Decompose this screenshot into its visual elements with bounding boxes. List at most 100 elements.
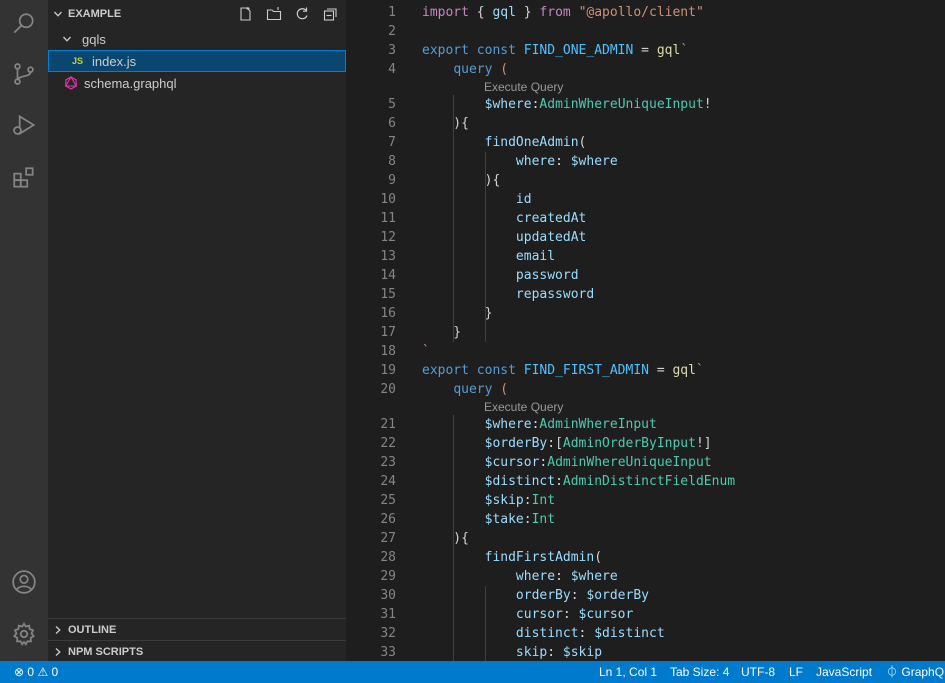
code-text: import { gql } from "@apollo/client" (422, 3, 704, 22)
chevron-down-icon (48, 9, 68, 19)
extensions-icon[interactable] (0, 154, 48, 202)
outline-panel-header[interactable]: OUTLINE (48, 618, 346, 641)
language-mode[interactable]: JavaScript (816, 661, 872, 683)
code-token: id (515, 192, 532, 207)
line-number: 8 (388, 154, 396, 169)
code-token: : (570, 588, 587, 603)
code-line: 5 $where:AdminWhereUniqueInput! (346, 95, 945, 114)
tree-folder-gqls[interactable]: gqls (48, 28, 346, 50)
code-token: : (578, 626, 595, 641)
settings-gear-icon[interactable] (0, 610, 48, 658)
code-line: 1 import { gql } from "@apollo/client" (346, 3, 945, 22)
tab-size-indicator[interactable]: Tab Size: 4 (670, 661, 729, 683)
code-token: distinct (515, 626, 579, 641)
code-line: 31 cursor: $cursor (346, 605, 945, 624)
code-line: 17 } (346, 323, 945, 342)
code-token: ( (594, 550, 603, 565)
code-text: skip: $skip (422, 643, 602, 661)
code-token: cursor (515, 607, 563, 622)
line-number: 33 (380, 645, 396, 660)
outline-label: OUTLINE (68, 624, 117, 636)
code-token: ){ (422, 531, 469, 546)
code-text: query ( (422, 380, 508, 399)
code-text: ){ (422, 114, 469, 133)
code-token: const (476, 363, 516, 378)
line-number: 2 (388, 24, 396, 39)
code-token: where (515, 569, 556, 584)
code-text: password (422, 266, 579, 285)
code-line: 13 email (346, 247, 945, 266)
line-number: 21 (380, 417, 396, 432)
code-line: 4 query ( (346, 60, 945, 79)
code-token: { (468, 5, 493, 20)
eol-indicator[interactable]: LF (789, 661, 803, 683)
graphql-status[interactable]: ⏀ GraphQL (886, 661, 945, 683)
new-file-icon[interactable] (236, 5, 256, 23)
code-text: distinct: $distinct (422, 624, 665, 643)
code-token: $cursor (484, 455, 540, 470)
code-token: ` (695, 363, 704, 378)
tree-file-schema-graphql[interactable]: schema.graphql (48, 72, 346, 94)
code-text: ){ (422, 171, 501, 190)
code-line: 23 $cursor:AdminWhereUniqueInput (346, 453, 945, 472)
code-line: 6 ){ (346, 114, 945, 133)
tree-file-index-js[interactable]: JS index.js (48, 50, 346, 72)
code-token: createdAt (515, 211, 587, 226)
code-token: } (422, 325, 462, 340)
line-number: 22 (380, 436, 396, 451)
problems-status[interactable]: ⊗ 0 ⚠ 0 (14, 661, 58, 683)
line-number: 9 (388, 173, 396, 188)
code-token: from (539, 5, 571, 20)
line-number: 30 (380, 588, 396, 603)
code-text: } (422, 323, 461, 342)
status-bar: ⊗ 0 ⚠ 0 Ln 1, Col 1 Tab Size: 4 UTF-8 LF… (0, 661, 945, 683)
code-token: const (476, 43, 516, 58)
code-line: 29 where: $where (346, 567, 945, 586)
search-icon[interactable] (0, 0, 48, 48)
code-token: AdminWhereUniqueInput (547, 455, 712, 470)
code-token: $where (484, 97, 532, 112)
execute-query-codelens[interactable]: Execute Query (484, 400, 563, 415)
code-line: 26 $take:Int (346, 510, 945, 529)
refresh-icon[interactable] (292, 5, 312, 23)
warning-count: 0 (51, 665, 59, 679)
code-token: : (523, 512, 532, 527)
code-token: $orderBy (586, 588, 649, 603)
new-folder-icon[interactable] (264, 5, 284, 23)
error-count: 0 (27, 665, 35, 679)
line-number: 7 (388, 135, 396, 150)
line-number: 16 (380, 306, 396, 321)
code-token: export (422, 43, 469, 58)
code-token: ( (578, 135, 587, 150)
line-number: 15 (380, 287, 396, 302)
code-editor[interactable]: 1 import { gql } from "@apollo/client" 2 3 e… (346, 0, 945, 661)
explorer-section-header[interactable]: EXAMPLE (48, 0, 346, 28)
code-text: $where:AdminWhereUniqueInput! (422, 95, 712, 114)
line-number: 11 (380, 211, 396, 226)
code-line: 27 ){ (346, 529, 945, 548)
code-text: $skip:Int (422, 491, 555, 510)
tree-item-label: gqls (82, 31, 106, 47)
run-debug-icon[interactable] (0, 101, 48, 149)
npm-scripts-panel-header[interactable]: NPM SCRIPTS (48, 640, 346, 663)
source-control-icon[interactable] (0, 50, 48, 98)
accounts-icon[interactable] (0, 558, 48, 606)
code-token: email (515, 249, 556, 264)
encoding-indicator[interactable]: UTF-8 (741, 661, 775, 683)
code-text: ` (422, 342, 430, 361)
execute-query-codelens[interactable]: Execute Query (484, 80, 563, 95)
code-text: findOneAdmin( (422, 133, 587, 152)
line-number: 27 (380, 531, 396, 546)
code-text: } (422, 304, 493, 323)
collapse-all-icon[interactable] (320, 5, 340, 23)
line-number: 14 (380, 268, 396, 283)
cursor-position[interactable]: Ln 1, Col 1 (599, 661, 657, 683)
